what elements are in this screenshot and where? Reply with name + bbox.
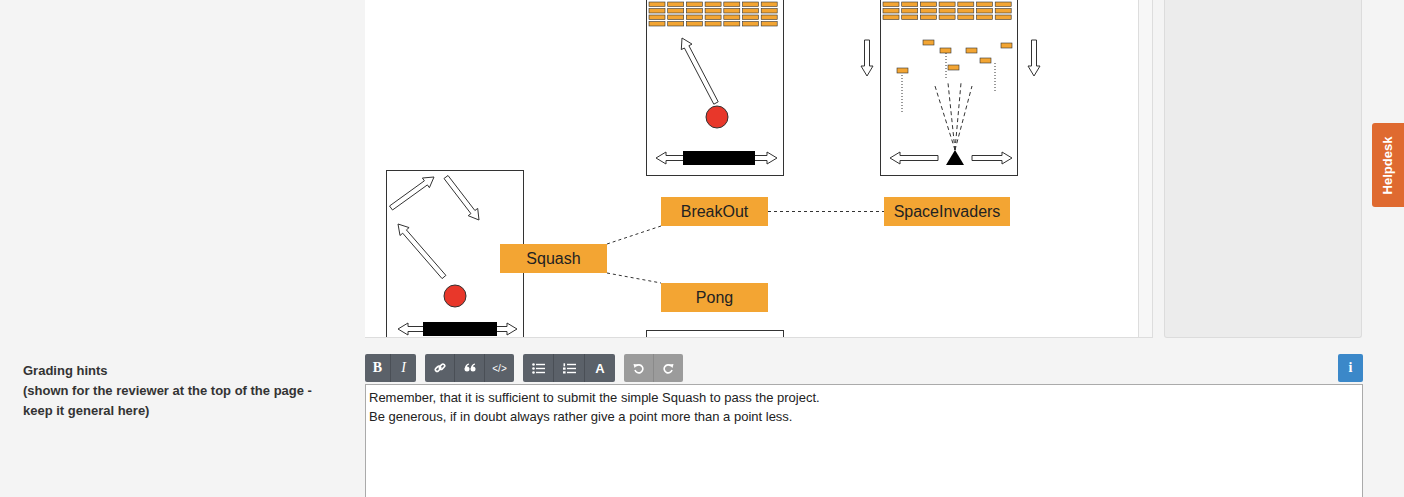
link-icon bbox=[434, 362, 446, 374]
top-row: Squash BreakOut SpaceInvaders Pong bbox=[0, 0, 1404, 338]
side-panel bbox=[1164, 0, 1362, 338]
bullet-list-icon bbox=[532, 363, 545, 374]
numbered-list-icon bbox=[563, 363, 576, 374]
diagram-edge bbox=[607, 226, 661, 244]
field-label: Grading hints(shown for the reviewer at … bbox=[0, 354, 365, 497]
left-spacer bbox=[0, 0, 365, 338]
grading-hints-textarea[interactable]: Remember, that it is sufficient to submi… bbox=[365, 384, 1363, 497]
toolbar-spacer bbox=[692, 354, 1329, 382]
block-group: A bbox=[523, 354, 615, 382]
info-button[interactable]: i bbox=[1338, 354, 1363, 382]
diagram-node: Pong bbox=[661, 283, 768, 312]
preview-panel: Squash BreakOut SpaceInvaders Pong bbox=[365, 0, 1139, 338]
page: Squash BreakOut SpaceInvaders Pong Grading h… bbox=[0, 0, 1404, 497]
numbered-list-button[interactable] bbox=[554, 354, 585, 382]
helpdesk-label: Helpdesk bbox=[1381, 136, 1396, 194]
format-group: BI bbox=[365, 354, 416, 382]
breakout-screen-icon bbox=[646, 0, 784, 176]
gap-strip bbox=[1139, 0, 1153, 338]
diagram-edge bbox=[607, 273, 661, 283]
redo-button[interactable] bbox=[654, 354, 683, 382]
editor: BI </> Ai Remember, that it is sufficient t… bbox=[365, 354, 1363, 497]
quote-button[interactable] bbox=[455, 354, 485, 382]
text-line: Be generous, if in doubt always rather g… bbox=[369, 407, 1359, 426]
invaders-screen-icon bbox=[880, 0, 1018, 176]
field-title: Grading hints bbox=[23, 361, 315, 381]
field-row: Grading hints(shown for the reviewer at … bbox=[0, 354, 1404, 497]
bullet-list-button[interactable] bbox=[523, 354, 554, 382]
diagram-canvas: Squash BreakOut SpaceInvaders Pong bbox=[365, 0, 1140, 337]
text-color-button[interactable]: A bbox=[585, 354, 615, 382]
diagram-node: SpaceInvaders bbox=[884, 197, 1010, 226]
link-button[interactable] bbox=[425, 354, 455, 382]
diagram-node: BreakOut bbox=[661, 197, 768, 226]
diagram-node: Squash bbox=[500, 244, 607, 273]
code-button[interactable]: </> bbox=[485, 354, 514, 382]
helpdesk-tab[interactable]: Helpdesk bbox=[1372, 123, 1404, 207]
undo-icon bbox=[633, 363, 644, 374]
toolbar: BI </> Ai bbox=[365, 354, 1363, 382]
undo-button[interactable] bbox=[624, 354, 654, 382]
insert-group: </> bbox=[425, 354, 514, 382]
quote-icon bbox=[464, 363, 476, 373]
field-hint: (shown for the reviewer at the top of th… bbox=[23, 381, 315, 421]
bold-button[interactable]: B bbox=[365, 354, 391, 382]
text-line: Remember, that it is sufficient to submi… bbox=[369, 388, 1359, 407]
pong-screen-icon bbox=[646, 330, 784, 337]
italic-button[interactable]: I bbox=[391, 354, 416, 382]
history-group bbox=[624, 354, 683, 382]
diagram-edge bbox=[768, 211, 884, 212]
redo-icon bbox=[663, 363, 674, 374]
